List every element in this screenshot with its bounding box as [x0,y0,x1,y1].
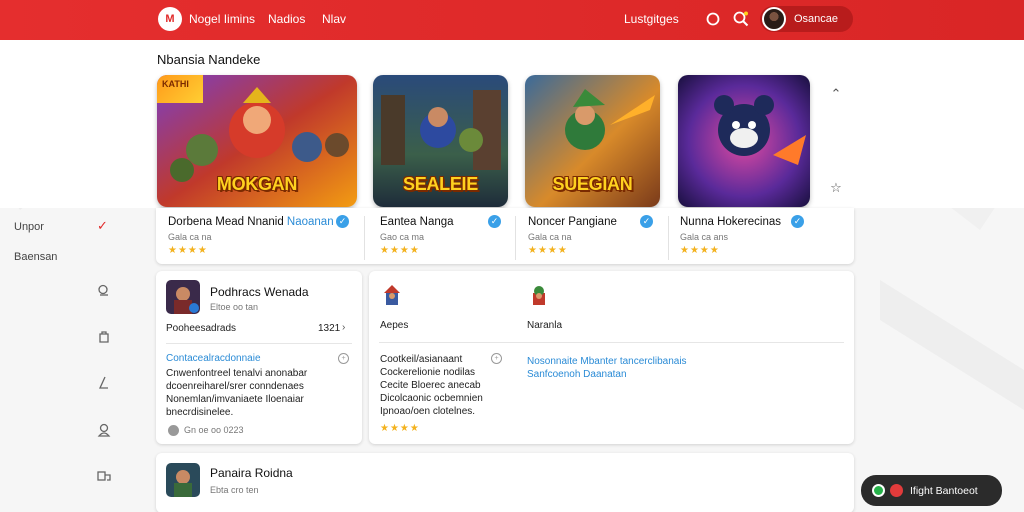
game-detail-panel: Podhracs Wenada Eltoe oo tan Pooheesadra… [156,271,362,444]
share-icon[interactable]: ☆ [829,181,843,195]
status-toast[interactable]: Ifight Bantoeot [861,475,1002,506]
game-name-3: Noncer Pangiane [528,216,617,228]
game-name-2: Eantea Nanga [380,216,454,228]
panel-subtitle: Ebta cro ten [210,485,259,495]
game-info-2[interactable]: Eantea Nanga ✓ Gao ca ma ★★★★ [380,208,510,264]
corner-badge: KATHI [157,75,203,103]
character-icon [533,286,545,305]
sidebar-item-2[interactable]: Baensan [14,251,57,263]
bolt-icon[interactable] [96,375,112,391]
game-thumbnail[interactable] [166,280,200,314]
divider [379,342,844,343]
chevron-right-icon[interactable]: › [342,322,345,333]
clock-icon [168,425,179,436]
chevron-up-icon[interactable]: ⌃ [829,87,843,101]
panel-link[interactable]: Contacealracdonnaie [166,353,261,364]
divider [166,343,352,344]
user-menu[interactable]: Osancae [760,6,853,32]
game-card-4[interactable] [678,75,810,207]
divider [668,216,669,260]
link-icon[interactable] [96,468,112,484]
record-icon [890,484,903,497]
user-icon[interactable] [96,422,112,438]
game-card-2[interactable]: SEALEIE [373,75,508,207]
game-stars-1: ★★★★ [168,245,208,256]
nav-link-right[interactable]: Lustgitges [624,12,679,26]
divider [515,216,516,260]
info-icon[interactable]: + [338,353,349,364]
nav-link-2[interactable]: Nadios [268,12,305,26]
verified-icon: ✓ [488,215,501,228]
game-sub-2: Gao ca ma [380,232,425,242]
game-compare-panel: Aepes Cootkeil/asianaant + Cockerelionie… [369,271,854,444]
verified-icon: ✓ [336,215,349,228]
game-art-title-3: SUEGIAN [552,174,633,194]
panel-body: Cnwenfontreel tenalvi anonabar dcoenreih… [166,368,308,418]
top-navigation-bar: M Nogel Iimins Nadios Nlav Lustgitges Os… [0,0,1024,40]
panel-link-head: Cootkeil/asianaant [380,354,463,365]
game-art-title-2: SEALEIE [403,174,478,194]
game-info-4[interactable]: Nunna Hokerecinas ✓ Gala ca ans ★★★★ [680,208,820,264]
game-card-1[interactable]: KATHI MOKGAN [157,75,357,207]
game-thumbnail[interactable] [166,463,200,497]
toast-text: Ifight Bantoeot [910,484,978,497]
verified-icon: ✓ [640,215,653,228]
notification-icon[interactable] [704,10,722,28]
game-sub-1: Gala ca na [168,232,212,242]
avatar [762,7,786,31]
game-info-1[interactable]: Dorbena Mead Nnanid Naoanan ✓ Gala ca na… [168,208,349,264]
divider [364,216,365,260]
search-icon[interactable] [732,10,750,28]
character-icon [384,285,400,305]
search-icon[interactable] [96,283,112,299]
verified-icon: ✓ [791,215,804,228]
puzzle-icon[interactable] [96,329,112,345]
featured-games-band [0,40,1024,208]
panel-subtitle: Eltoe oo tan [210,302,259,312]
nav-link-1[interactable]: Nogel Iimins [189,12,255,26]
game-art-title-1: MOKGAN [216,174,298,194]
panel-label: Aepes [380,320,409,331]
panel-title: Panaira Roidna [210,466,293,480]
nav-link-3[interactable]: Nlav [322,12,346,26]
game-name-1: Dorbena Mead Nnanid Naoanan [168,216,334,228]
section-title: Nbansia Nandeke [157,52,261,67]
game-stars-2: ★★★★ [380,245,420,256]
game-stars-4: ★★★★ [680,245,720,256]
game-stars-3: ★★★★ [528,245,568,256]
sidebar-item-1[interactable]: Unpor [14,221,44,233]
check-icon: ✓ [97,218,108,233]
game-card-3[interactable]: SUEGIAN [525,75,660,207]
game-info-strip: Dorbena Mead Nnanid Naoanan ✓ Gala ca na… [156,208,854,264]
panel-link-right[interactable]: Nosonnaite Mbanter tancerclibanais Sanfc… [527,355,707,381]
shield-icon [872,484,885,497]
game-info-3[interactable]: Noncer Pangiane ✓ Gala ca na ★★★★ [528,208,658,264]
game-list-item[interactable]: Panaira Roidna Ebta cro ten [156,453,854,512]
user-name: Osancae [794,13,839,25]
panel-body: Cockerelionie nodilas Cecite Bloerec ane… [380,367,483,417]
game-name-4: Nunna Hokerecinas [680,216,782,228]
panel-footer: Gn oe oo 0223 [184,425,244,435]
game-sub-4: Gala ca ans [680,232,729,242]
row-value: 1321 [318,323,341,334]
rating-stars: ★★★★ [380,423,420,434]
game-art-4 [678,75,810,207]
panel-label-right: Naranla [527,320,563,331]
game-sub-3: Gala ca na [528,232,572,242]
app-logo[interactable]: M [158,7,182,31]
panel-title: Podhracs Wenada [210,285,309,299]
info-icon[interactable]: + [491,353,502,364]
row-label: Pooheesadrads [166,323,237,334]
